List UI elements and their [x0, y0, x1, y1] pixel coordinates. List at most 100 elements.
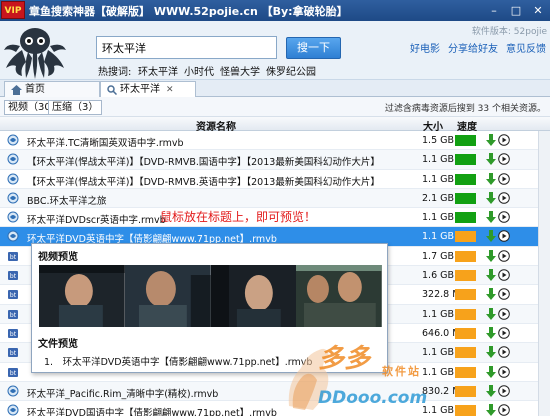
watermark-domain: DDooo.com: [318, 388, 428, 408]
download-icon[interactable]: [485, 172, 497, 186]
tab-close-icon[interactable]: ✕: [166, 83, 174, 97]
table-row[interactable]: BBC.环太平洋之旅 2.1 GB: [0, 188, 550, 209]
maximize-button[interactable]: □: [508, 3, 524, 18]
search-input[interactable]: [96, 36, 277, 59]
tab-home[interactable]: 首页: [4, 81, 100, 97]
speed-indicator: [455, 347, 476, 359]
good-movies-link[interactable]: 好电影: [410, 40, 440, 55]
home-icon: [11, 84, 22, 95]
download-icon[interactable]: [485, 191, 497, 205]
preview-hint: 鼠标放在标题上，即可预览！: [160, 210, 317, 224]
download-icon[interactable]: [485, 249, 497, 263]
play-icon[interactable]: [498, 211, 510, 223]
window-title: 章鱼搜索神器【破解版】 WWW.52pojie.cn 【By:拿破轮胎】: [29, 5, 348, 18]
svg-text:bt: bt: [10, 370, 17, 377]
bt-icon: bt: [8, 328, 18, 338]
resource-size: 1.7 GB: [422, 250, 455, 262]
hot-word-link[interactable]: 环太平洋: [138, 63, 178, 78]
hot-word-link[interactable]: 侏罗纪公园: [266, 63, 316, 78]
play-icon[interactable]: [498, 385, 510, 397]
filter-archive[interactable]: 压缩（3）: [48, 100, 103, 115]
preview-frame: [39, 265, 125, 327]
bt-icon: bt: [8, 367, 18, 377]
download-icon[interactable]: [485, 134, 497, 147]
play-icon[interactable]: [498, 269, 510, 281]
speed-indicator: [455, 405, 476, 416]
download-icon[interactable]: [485, 269, 497, 282]
play-icon[interactable]: [498, 307, 510, 320]
bt-icon: bt: [8, 251, 18, 261]
play-icon[interactable]: [498, 172, 510, 185]
play-icon[interactable]: [498, 249, 510, 262]
table-row[interactable]: 【环太平洋(悍战太平洋)】【DVD-RMVB.英语中字】【2013最新美国科幻动…: [0, 169, 550, 189]
download-icon[interactable]: [485, 153, 497, 166]
octopus-logo-icon: [4, 28, 66, 79]
table-row[interactable]: 环太平洋DVD国语中字【倩影翩翩www.71pp.net】.rmvb 1.1 GB: [0, 401, 550, 416]
tab-search-label: 环太平洋: [120, 84, 160, 95]
emule-icon: [7, 134, 19, 146]
download-icon[interactable]: [485, 326, 497, 340]
svg-text:bt: bt: [10, 292, 17, 299]
speed-indicator: [455, 270, 476, 282]
tab-bar: 首页 环太平洋 ✕: [0, 80, 550, 98]
table-row[interactable]: 环太平洋.TC清晰国英双语中字.rmvb 1.5 GB: [0, 131, 550, 151]
emule-icon: [7, 192, 19, 204]
header: 搜一下 热搜词: 环太平洋 小时代 怪兽大学 侏罗纪公园 软件版本: 52poj…: [0, 21, 550, 80]
preview-frame: [210, 265, 297, 327]
top-links: 好电影 分享给好友 意见反馈: [410, 40, 546, 55]
download-icon[interactable]: [485, 307, 497, 321]
download-icon[interactable]: [485, 230, 497, 243]
resource-size: 2.1 GB: [422, 192, 455, 204]
tab-search-result[interactable]: 环太平洋 ✕: [100, 81, 196, 98]
play-icon[interactable]: [498, 134, 510, 146]
resource-name[interactable]: 【环太平洋(悍战太平洋)】【DVD-RMVB.国语中字】【2013最新美国科幻动…: [27, 154, 407, 168]
resource-name[interactable]: BBC.环太平洋之旅: [27, 193, 407, 207]
play-icon[interactable]: [498, 230, 510, 243]
search-button[interactable]: 搜一下: [286, 37, 341, 59]
emule-icon: [7, 173, 19, 185]
result-count: 过滤含病毒资源后搜到 33 个相关资源。: [384, 104, 546, 114]
play-icon[interactable]: [498, 346, 510, 359]
minimize-button[interactable]: –: [486, 3, 502, 18]
download-icon[interactable]: [485, 384, 497, 398]
download-icon[interactable]: [485, 404, 497, 416]
close-button[interactable]: ✕: [530, 3, 546, 18]
resource-size: 322.8 MB: [422, 289, 467, 301]
hot-words: 环太平洋 小时代 怪兽大学 侏罗纪公园: [138, 63, 316, 78]
play-icon[interactable]: [498, 327, 510, 339]
resource-size: 1.1 GB: [422, 308, 455, 320]
play-icon[interactable]: [498, 404, 510, 416]
emule-icon: [7, 211, 19, 223]
resource-name[interactable]: 环太平洋.TC清晰国英双语中字.rmvb: [27, 135, 407, 149]
download-icon[interactable]: [485, 288, 497, 301]
share-link[interactable]: 分享给好友: [448, 40, 498, 55]
play-icon[interactable]: [498, 192, 510, 204]
download-icon[interactable]: [485, 365, 497, 379]
file-preview-title: 文件预览: [38, 339, 78, 350]
video-preview-strip: [39, 265, 382, 327]
title-bar: VIP 章鱼搜索神器【破解版】 WWW.52pojie.cn 【By:拿破轮胎】…: [0, 0, 550, 21]
play-icon[interactable]: [498, 153, 510, 166]
bt-icon: bt: [8, 309, 18, 319]
scrollbar[interactable]: [538, 131, 550, 416]
emule-icon: [7, 385, 19, 397]
resource-name[interactable]: 【环太平洋(悍战太平洋)】【DVD-RMVB.英语中字】【2013最新美国科幻动…: [27, 174, 407, 188]
play-icon[interactable]: [498, 365, 510, 378]
hot-word-link[interactable]: 小时代: [184, 63, 214, 78]
watermark-sub: 软件站: [382, 365, 421, 378]
speed-indicator: [455, 212, 476, 224]
speed-indicator: [455, 135, 476, 146]
hot-word-link[interactable]: 怪兽大学: [220, 63, 260, 78]
feedback-link[interactable]: 意见反馈: [506, 40, 546, 55]
hot-label: 热搜词:: [98, 67, 132, 78]
resource-size: 1.1 GB: [422, 154, 455, 166]
speed-indicator: [455, 154, 476, 166]
resource-size: 1.1 GB: [422, 173, 455, 185]
download-icon[interactable]: [485, 346, 497, 359]
play-icon[interactable]: [498, 288, 510, 301]
download-icon[interactable]: [485, 211, 497, 224]
table-row[interactable]: 环太平洋_Pacific.Rim_清晰中字(精校).rmvb 830.2 MB: [0, 381, 550, 402]
speed-indicator: [455, 289, 476, 301]
bt-icon: bt: [8, 290, 18, 300]
table-row[interactable]: 【环太平洋(悍战太平洋)】【DVD-RMVB.国语中字】【2013最新美国科幻动…: [0, 150, 550, 170]
